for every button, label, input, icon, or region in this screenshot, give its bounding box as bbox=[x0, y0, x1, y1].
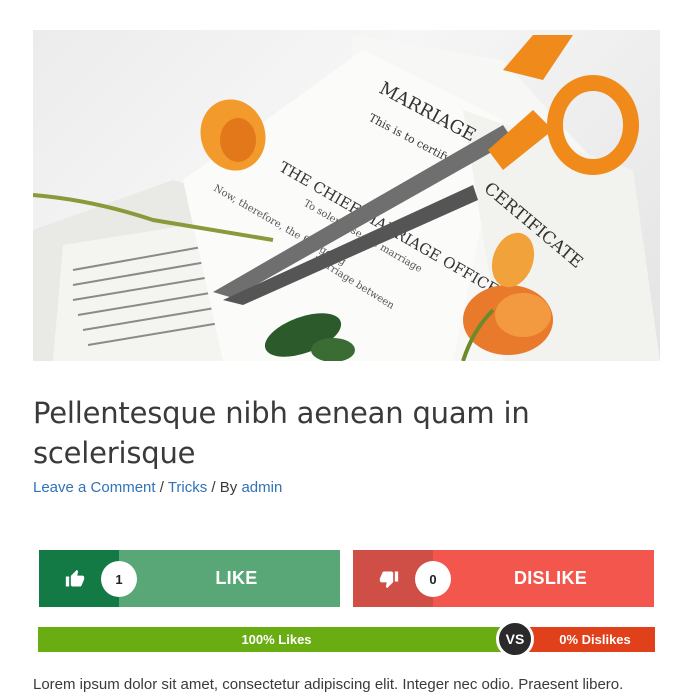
thumbs-down-icon bbox=[379, 571, 399, 588]
like-count: 1 bbox=[101, 561, 137, 597]
author-link[interactable]: admin bbox=[241, 479, 282, 496]
meta-separator: / bbox=[155, 479, 168, 496]
dislike-count: 0 bbox=[415, 561, 451, 597]
dislike-percentage-bar: 0% Dislikes bbox=[515, 627, 655, 652]
category-link[interactable]: Tricks bbox=[168, 479, 207, 496]
dislike-icon-area: 0 bbox=[353, 550, 451, 607]
post-title: Pellentesque nibh aenean quam in sceleri… bbox=[33, 396, 530, 470]
featured-image: MARRIAGE This is to certify CERTIFICATE … bbox=[33, 30, 660, 361]
like-label: LIKE bbox=[215, 568, 258, 588]
like-icon-area: 1 bbox=[39, 550, 137, 607]
dislike-label: DISLIKE bbox=[513, 568, 588, 588]
vs-badge: VS bbox=[496, 620, 534, 658]
meta-by-separator: / By bbox=[207, 479, 242, 496]
thumbs-up-icon bbox=[65, 569, 85, 586]
like-percentage-bar: 100% Likes bbox=[38, 627, 515, 652]
vote-result-bar: 100% Likes 0% Dislikes VS bbox=[38, 620, 655, 658]
comment-link[interactable]: Leave a Comment bbox=[33, 479, 156, 496]
like-button[interactable]: 1 LIKE bbox=[39, 550, 340, 607]
post-excerpt: Lorem ipsum dolor sit amet, consectetur … bbox=[33, 676, 624, 693]
dislike-button[interactable]: 0 DISLIKE bbox=[353, 550, 654, 607]
post-meta: Leave a Comment / Tricks / By admin bbox=[33, 478, 282, 498]
